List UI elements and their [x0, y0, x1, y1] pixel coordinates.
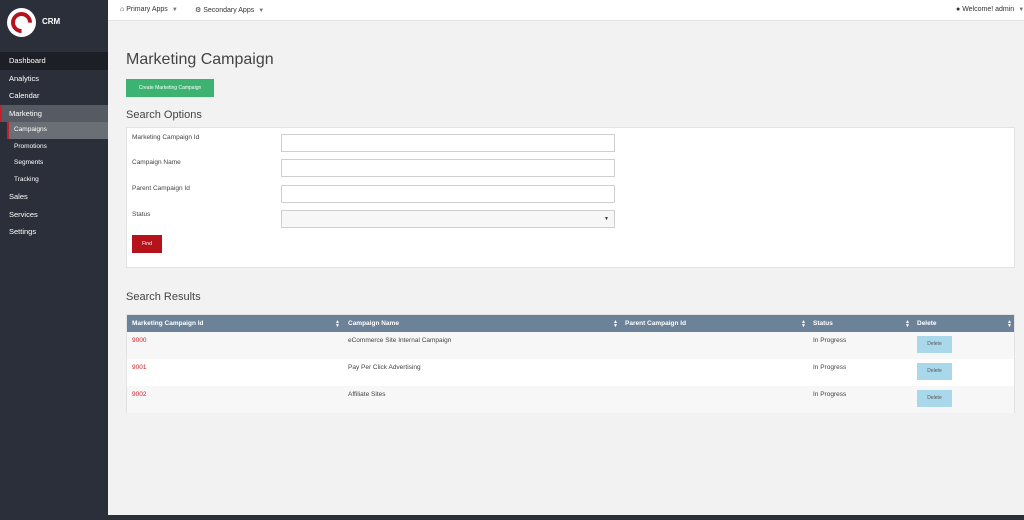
chevron-down-icon: ▼: [1018, 7, 1024, 13]
chevron-down-icon: ▼: [604, 216, 609, 222]
sort-icon: ▲ ▼: [613, 319, 618, 329]
create-campaign-button[interactable]: Create Marketing Campaign: [126, 79, 214, 97]
column-header-label: Campaign Name: [348, 320, 399, 327]
status-select[interactable]: ▼: [281, 210, 615, 228]
campaign-name-input[interactable]: [281, 159, 615, 177]
delete-button[interactable]: Delete: [917, 363, 952, 380]
sidebar-subitem-tracking[interactable]: Tracking: [0, 172, 108, 189]
sort-icon: ▲ ▼: [905, 319, 910, 329]
sidebar-subitem-promotions[interactable]: Promotions: [0, 139, 108, 156]
column-header-parent-campaign-id[interactable]: Parent Campaign Id ▲ ▼: [620, 315, 808, 332]
campaign-name-cell: Pay Per Click Advertising: [348, 364, 421, 371]
search-options-title: Search Options: [126, 109, 202, 121]
status-label: Status: [132, 211, 151, 218]
parent-campaign-id-input[interactable]: [281, 185, 615, 203]
chevron-down-icon: ▼: [258, 8, 265, 14]
campaign-id-label: Marketing Campaign Id: [132, 134, 200, 141]
app-logo[interactable]: [6, 7, 37, 38]
column-header-label: Status: [813, 320, 833, 327]
user-icon: ●: [956, 6, 961, 13]
find-button[interactable]: Find: [132, 235, 162, 253]
sort-icon: ▲ ▼: [1007, 319, 1012, 329]
page-title: Marketing Campaign: [126, 51, 274, 68]
column-header-label: Marketing Campaign Id: [132, 320, 204, 327]
sidebar-item-settings[interactable]: Settings: [0, 223, 108, 241]
home-icon: ⌂: [120, 6, 125, 13]
campaign-id-link[interactable]: 9001: [132, 364, 146, 371]
search-options-panel: Marketing Campaign Id Campaign Name Pare…: [126, 127, 1015, 268]
sidebar: CRM Dashboard Analytics Calendar Marketi…: [0, 0, 108, 520]
logo-area: CRM: [0, 0, 108, 44]
status-cell: In Progress: [813, 364, 847, 371]
footer-bar: [108, 515, 1024, 520]
column-header-label: Delete: [917, 320, 937, 327]
topbar: ⌂ Primary Apps ▼ ⚙ Secondary Apps ▼ ● Welc…: [108, 0, 1024, 21]
sidebar-item-dashboard[interactable]: Dashboard: [0, 52, 108, 70]
column-header-delete[interactable]: Delete ▲ ▼: [912, 315, 1014, 332]
sidebar-item-sales[interactable]: Sales: [0, 188, 108, 206]
welcome-label: Welcome! admin: [962, 6, 1015, 13]
campaign-id-link[interactable]: 9002: [132, 391, 146, 398]
campaign-name-label: Campaign Name: [132, 159, 181, 166]
search-results-table: Marketing Campaign Id ▲ ▼ Campaign Name ▲…: [126, 314, 1015, 413]
status-cell: In Progress: [813, 391, 847, 398]
campaign-name-cell: Affiliate Sites: [348, 391, 386, 398]
primary-apps-menu[interactable]: ⌂ Primary Apps ▼: [120, 6, 178, 13]
search-results-title: Search Results: [126, 291, 201, 303]
sidebar-item-marketing[interactable]: Marketing: [0, 104, 108, 122]
status-cell: In Progress: [813, 337, 847, 344]
campaign-id-input[interactable]: [281, 134, 615, 152]
sidebar-item-analytics[interactable]: Analytics: [0, 70, 108, 88]
column-header-campaign-name[interactable]: Campaign Name ▲ ▼: [343, 315, 620, 332]
column-header-label: Parent Campaign Id: [625, 320, 687, 327]
sort-icon: ▲ ▼: [335, 319, 340, 329]
secondary-apps-menu[interactable]: ⚙ Secondary Apps ▼: [195, 6, 264, 14]
table-row: 9000 eCommerce Site Internal Campaign In…: [127, 332, 1014, 359]
table-header: Marketing Campaign Id ▲ ▼ Campaign Name ▲…: [127, 315, 1014, 332]
delete-button[interactable]: Delete: [917, 390, 952, 407]
column-header-campaign-id[interactable]: Marketing Campaign Id ▲ ▼: [127, 315, 343, 332]
gear-icon: ⚙: [195, 7, 202, 14]
secondary-apps-label: Secondary Apps: [203, 7, 255, 14]
app-name: CRM: [42, 17, 61, 26]
sidebar-item-calendar[interactable]: Calendar: [0, 87, 108, 105]
table-row: 9002 Affiliate Sites In Progress Delete: [127, 386, 1014, 413]
campaign-id-link[interactable]: 9000: [132, 337, 146, 344]
sort-icon: ▲ ▼: [801, 319, 806, 329]
delete-button[interactable]: Delete: [917, 336, 952, 353]
campaign-name-cell: eCommerce Site Internal Campaign: [348, 337, 452, 344]
sidebar-item-services[interactable]: Services: [0, 206, 108, 224]
parent-campaign-id-label: Parent Campaign Id: [132, 185, 190, 192]
primary-apps-label: Primary Apps: [126, 6, 168, 13]
chevron-down-icon: ▼: [171, 7, 178, 13]
column-header-status[interactable]: Status ▲ ▼: [808, 315, 912, 332]
sidebar-subitem-campaigns[interactable]: Campaigns: [7, 122, 108, 139]
logo-mark: [6, 7, 37, 38]
sidebar-subitem-segments[interactable]: Segments: [0, 155, 108, 172]
sidebar-nav: Dashboard Analytics Calendar Marketing C…: [0, 52, 108, 241]
user-menu[interactable]: ● Welcome! admin ▼: [956, 6, 1024, 13]
table-row: 9001 Pay Per Click Advertising In Progre…: [127, 359, 1014, 386]
